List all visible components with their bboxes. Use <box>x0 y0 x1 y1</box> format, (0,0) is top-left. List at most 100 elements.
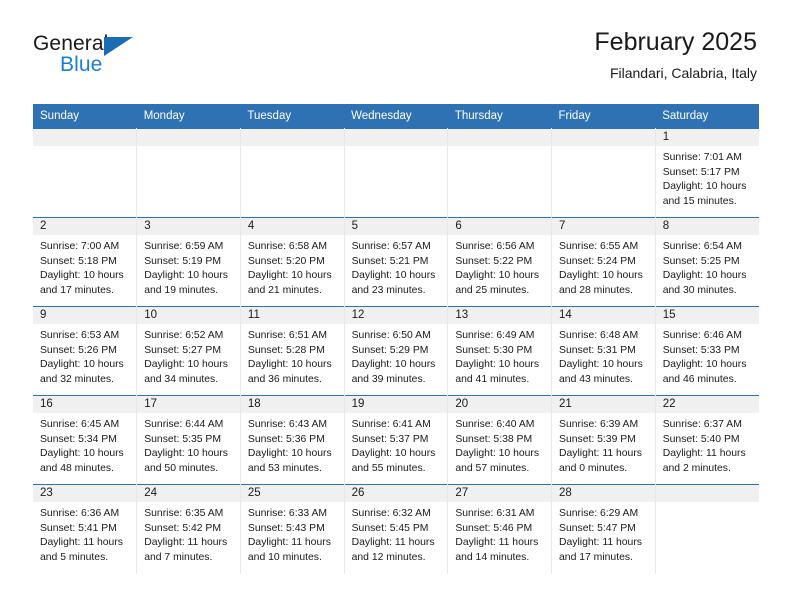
sunset-time: Sunset: 5:42 PM <box>144 522 222 534</box>
calendar-day-cell[interactable]: 18 Sunrise: 6:43 AM Sunset: 5:36 PM Dayligh… <box>240 395 345 485</box>
calendar-week-row: 16 Sunrise: 6:45 AM Sunset: 5:34 PM Dayligh… <box>33 395 759 485</box>
day-number <box>344 129 448 146</box>
daylight-duration-line1: Daylight: 11 hours <box>144 537 228 549</box>
daylight-duration-line1: Daylight: 10 hours <box>351 448 436 460</box>
calendar-day-cell[interactable]: 7 Sunrise: 6:55 AM Sunset: 5:24 PM Daylight… <box>551 217 656 307</box>
daylight-duration-line1: Daylight: 10 hours <box>40 270 124 282</box>
calendar-day-cell[interactable]: 25 Sunrise: 6:33 AM Sunset: 5:43 PM Dayligh… <box>240 484 345 574</box>
sunset-time: Sunset: 5:40 PM <box>662 433 740 445</box>
sunset-time: Sunset: 5:38 PM <box>455 433 533 445</box>
sunrise-time: Sunrise: 6:40 AM <box>455 419 535 430</box>
sunrise-time: Sunrise: 7:00 AM <box>40 241 120 252</box>
calendar-day-cell[interactable]: 21 Sunrise: 6:39 AM Sunset: 5:39 PM Dayligh… <box>551 395 656 485</box>
weekday-header-tuesday: Tuesday <box>240 104 345 129</box>
sunset-time: Sunset: 5:29 PM <box>351 344 429 356</box>
sunset-time: Sunset: 5:27 PM <box>144 344 222 356</box>
sunset-time: Sunset: 5:35 PM <box>144 433 222 445</box>
day-details: Sunrise: 6:49 AM Sunset: 5:30 PM Daylight:… <box>448 324 551 387</box>
daylight-duration-line1: Daylight: 11 hours <box>559 448 642 460</box>
calendar-day-cell-empty <box>655 484 759 574</box>
daylight-duration-line2: and 53 minutes. <box>247 462 322 474</box>
day-number: 10 <box>137 307 240 324</box>
daylight-duration-line2: and 32 minutes. <box>40 373 114 385</box>
calendar-day-cell[interactable]: 17 Sunrise: 6:44 AM Sunset: 5:35 PM Dayligh… <box>136 395 241 485</box>
day-number <box>240 129 344 146</box>
calendar-day-cell[interactable]: 9 Sunrise: 6:53 AM Sunset: 5:26 PM Daylight… <box>33 306 138 396</box>
calendar-day-cell[interactable]: 6 Sunrise: 6:56 AM Sunset: 5:22 PM Daylight… <box>447 217 553 307</box>
calendar-week-row: 2 Sunrise: 7:00 AM Sunset: 5:18 PM Daylight… <box>33 217 759 307</box>
calendar-day-cell[interactable]: 4 Sunrise: 6:58 AM Sunset: 5:20 PM Daylight… <box>240 217 345 307</box>
sunset-time: Sunset: 5:28 PM <box>247 344 325 356</box>
sunrise-time: Sunrise: 6:56 AM <box>455 241 535 252</box>
calendar-day-cell[interactable]: 12 Sunrise: 6:50 AM Sunset: 5:29 PM Dayligh… <box>344 306 449 396</box>
calendar-day-cell[interactable]: 11 Sunrise: 6:51 AM Sunset: 5:28 PM Dayligh… <box>240 306 345 396</box>
day-details: Sunrise: 6:58 AM Sunset: 5:20 PM Daylight:… <box>241 235 344 298</box>
daylight-duration-line2: and 34 minutes. <box>144 373 219 385</box>
calendar-day-cell[interactable]: 14 Sunrise: 6:48 AM Sunset: 5:31 PM Dayligh… <box>551 306 656 396</box>
sunset-time: Sunset: 5:20 PM <box>247 255 325 267</box>
sunset-time: Sunset: 5:19 PM <box>144 255 222 267</box>
daylight-duration-line1: Daylight: 11 hours <box>247 537 331 549</box>
day-number: 13 <box>448 307 552 324</box>
sunrise-time: Sunrise: 6:58 AM <box>247 241 328 252</box>
calendar-day-cell[interactable]: 22 Sunrise: 6:37 AM Sunset: 5:40 PM Dayligh… <box>655 395 759 485</box>
calendar-day-cell[interactable]: 24 Sunrise: 6:35 AM Sunset: 5:42 PM Dayligh… <box>136 484 241 574</box>
day-number: 15 <box>655 307 759 324</box>
sunset-time: Sunset: 5:25 PM <box>662 255 740 267</box>
daylight-duration-line2: and 30 minutes. <box>662 284 737 296</box>
sunrise-time: Sunrise: 6:45 AM <box>40 419 120 430</box>
sunset-time: Sunset: 5:41 PM <box>40 522 117 534</box>
calendar-day-cell[interactable]: 27 Sunrise: 6:31 AM Sunset: 5:46 PM Dayligh… <box>447 484 553 574</box>
calendar-day-cell[interactable]: 26 Sunrise: 6:32 AM Sunset: 5:45 PM Dayligh… <box>344 484 449 574</box>
day-number: 3 <box>137 218 240 235</box>
daylight-duration-line2: and 10 minutes. <box>247 551 322 563</box>
calendar-page: General Blue February 2025 Filandari, Ca… <box>0 0 792 612</box>
day-details: Sunrise: 6:55 AM Sunset: 5:24 PM Daylight:… <box>552 235 655 298</box>
brand-logo[interactable]: General Blue <box>33 32 153 84</box>
sunrise-time: Sunrise: 6:43 AM <box>247 419 328 430</box>
day-number: 21 <box>552 396 655 413</box>
calendar-day-cell[interactable]: 23 Sunrise: 6:36 AM Sunset: 5:41 PM Dayligh… <box>33 484 138 574</box>
daylight-duration-line2: and 28 minutes. <box>559 284 633 296</box>
daylight-duration-line1: Daylight: 10 hours <box>455 359 540 371</box>
sunrise-time: Sunrise: 6:29 AM <box>559 508 639 519</box>
page-subtitle: Filandari, Calabria, Italy <box>609 65 757 81</box>
daylight-duration-line1: Daylight: 10 hours <box>455 448 540 460</box>
calendar-day-cell[interactable]: 16 Sunrise: 6:45 AM Sunset: 5:34 PM Dayligh… <box>33 395 138 485</box>
calendar-day-cell[interactable]: 19 Sunrise: 6:41 AM Sunset: 5:37 PM Dayligh… <box>344 395 449 485</box>
daylight-duration-line1: Daylight: 10 hours <box>559 359 643 371</box>
day-number: 26 <box>344 485 448 502</box>
calendar-day-cell[interactable]: 15 Sunrise: 6:46 AM Sunset: 5:33 PM Dayligh… <box>655 306 759 396</box>
day-number: 11 <box>240 307 344 324</box>
calendar-day-cell[interactable]: 1 Sunrise: 7:01 AM Sunset: 5:17 PM Daylight… <box>655 128 759 218</box>
day-details: Sunrise: 6:44 AM Sunset: 5:35 PM Daylight:… <box>137 413 240 476</box>
calendar-day-cell[interactable]: 20 Sunrise: 6:40 AM Sunset: 5:38 PM Dayligh… <box>447 395 553 485</box>
daylight-duration-line2: and 14 minutes. <box>455 551 530 563</box>
day-details: Sunrise: 6:53 AM Sunset: 5:26 PM Daylight:… <box>33 324 136 387</box>
daylight-duration-line2: and 25 minutes. <box>455 284 530 296</box>
calendar-day-cell[interactable]: 8 Sunrise: 6:54 AM Sunset: 5:25 PM Daylight… <box>655 217 759 307</box>
calendar-day-cell[interactable]: 3 Sunrise: 6:59 AM Sunset: 5:19 PM Daylight… <box>136 217 241 307</box>
daylight-duration-line2: and 57 minutes. <box>455 462 530 474</box>
calendar-day-cell[interactable]: 5 Sunrise: 6:57 AM Sunset: 5:21 PM Daylight… <box>344 217 449 307</box>
day-details: Sunrise: 7:00 AM Sunset: 5:18 PM Daylight:… <box>33 235 136 298</box>
calendar-day-cell[interactable]: 2 Sunrise: 7:00 AM Sunset: 5:18 PM Daylight… <box>33 217 138 307</box>
day-details <box>656 502 759 507</box>
sunset-time: Sunset: 5:26 PM <box>40 344 117 356</box>
day-number: 5 <box>344 218 448 235</box>
daylight-duration-line2: and 41 minutes. <box>455 373 530 385</box>
day-details: Sunrise: 6:32 AM Sunset: 5:45 PM Daylight:… <box>345 502 448 565</box>
daylight-duration-line1: Daylight: 10 hours <box>40 448 124 460</box>
calendar-day-cell[interactable]: 13 Sunrise: 6:49 AM Sunset: 5:30 PM Dayligh… <box>447 306 553 396</box>
calendar-week-row: 23 Sunrise: 6:36 AM Sunset: 5:41 PM Dayligh… <box>33 484 759 574</box>
daylight-duration-line1: Daylight: 10 hours <box>247 448 332 460</box>
day-number <box>137 129 240 146</box>
calendar-day-cell[interactable]: 28 Sunrise: 6:29 AM Sunset: 5:47 PM Dayligh… <box>551 484 656 574</box>
daylight-duration-line2: and 43 minutes. <box>559 373 633 385</box>
sunset-time: Sunset: 5:39 PM <box>559 433 636 445</box>
calendar-day-cell[interactable]: 10 Sunrise: 6:52 AM Sunset: 5:27 PM Dayligh… <box>136 306 241 396</box>
sunrise-time: Sunrise: 6:33 AM <box>247 508 328 519</box>
sunset-time: Sunset: 5:34 PM <box>40 433 117 445</box>
sunrise-time: Sunrise: 6:46 AM <box>662 330 742 341</box>
daylight-duration-line2: and 7 minutes. <box>144 551 213 563</box>
